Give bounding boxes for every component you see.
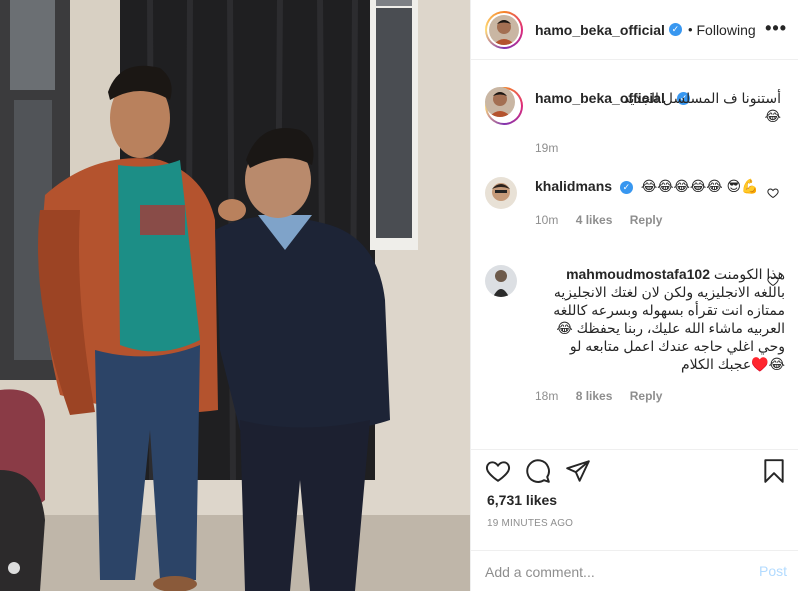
add-comment-bar: Post (471, 550, 798, 591)
following-button[interactable]: Following (697, 22, 756, 38)
comment-time[interactable]: 18m (535, 389, 558, 403)
post-comment-button[interactable]: Post (759, 563, 787, 579)
share-icon[interactable] (565, 458, 591, 484)
comment-time[interactable]: 10m (535, 213, 558, 227)
comment-like-heart-icon[interactable] (767, 187, 779, 199)
comment-username[interactable]: khalidmans (535, 178, 612, 194)
heart-icon[interactable] (485, 458, 511, 484)
comment-item: khalidmans ✓ 😂😂😂😂😂 😎💪 10m 4 likes Reply (485, 177, 785, 247)
post-side-panel: hamo_beka_official ✓ • Following ••• ham… (470, 0, 798, 591)
reply-button[interactable]: Reply (630, 389, 663, 403)
post-image (0, 0, 470, 591)
comment-icon[interactable] (525, 458, 551, 484)
likes-count[interactable]: 6,731 likes (487, 492, 557, 508)
post-actions: 6,731 likes 19 MINUTES AGO Post (471, 449, 798, 591)
commenter-avatar[interactable] (485, 265, 517, 297)
bookmark-icon[interactable] (761, 458, 787, 484)
post-header: hamo_beka_official ✓ • Following ••• (471, 0, 798, 60)
caption: hamo_beka_official ✓ أستنونا ف المسلسل ا… (485, 87, 785, 157)
comments-list[interactable]: hamo_beka_official ✓ أستنونا ف المسلسل ا… (471, 61, 798, 449)
verified-badge-icon: ✓ (668, 23, 682, 36)
comment-text: 😂😂😂😂😂 😎💪 (640, 178, 759, 194)
comment-like-heart-icon[interactable] (767, 275, 779, 287)
post-photo[interactable] (0, 0, 470, 591)
more-options-icon[interactable]: ••• (765, 19, 787, 37)
comment-likes[interactable]: 8 likes (576, 389, 613, 403)
action-icons (485, 458, 787, 484)
comment-input[interactable] (485, 559, 735, 585)
comment-item: mahmoudmostafa102 هذا الكومنت باللغه الا… (485, 265, 785, 435)
caption-time[interactable]: 19m (535, 141, 558, 155)
author-avatar[interactable] (485, 10, 523, 49)
commenter-avatar[interactable] (485, 177, 517, 209)
caption-avatar[interactable] (485, 87, 523, 125)
caption-text: أستنونا ف المسلسل الجديد 😂 (623, 90, 781, 124)
reply-button[interactable]: Reply (630, 213, 663, 227)
comment-likes[interactable]: 4 likes (576, 213, 613, 227)
post-timestamp[interactable]: 19 MINUTES AGO (487, 518, 573, 529)
comment-username[interactable]: mahmoudmostafa102 (566, 266, 710, 282)
avatar-image (485, 87, 515, 117)
avatar-image (489, 14, 519, 45)
verified-badge-icon: ✓ (619, 180, 633, 194)
author-username[interactable]: hamo_beka_official (535, 22, 665, 38)
separator-dot: • (687, 22, 693, 37)
